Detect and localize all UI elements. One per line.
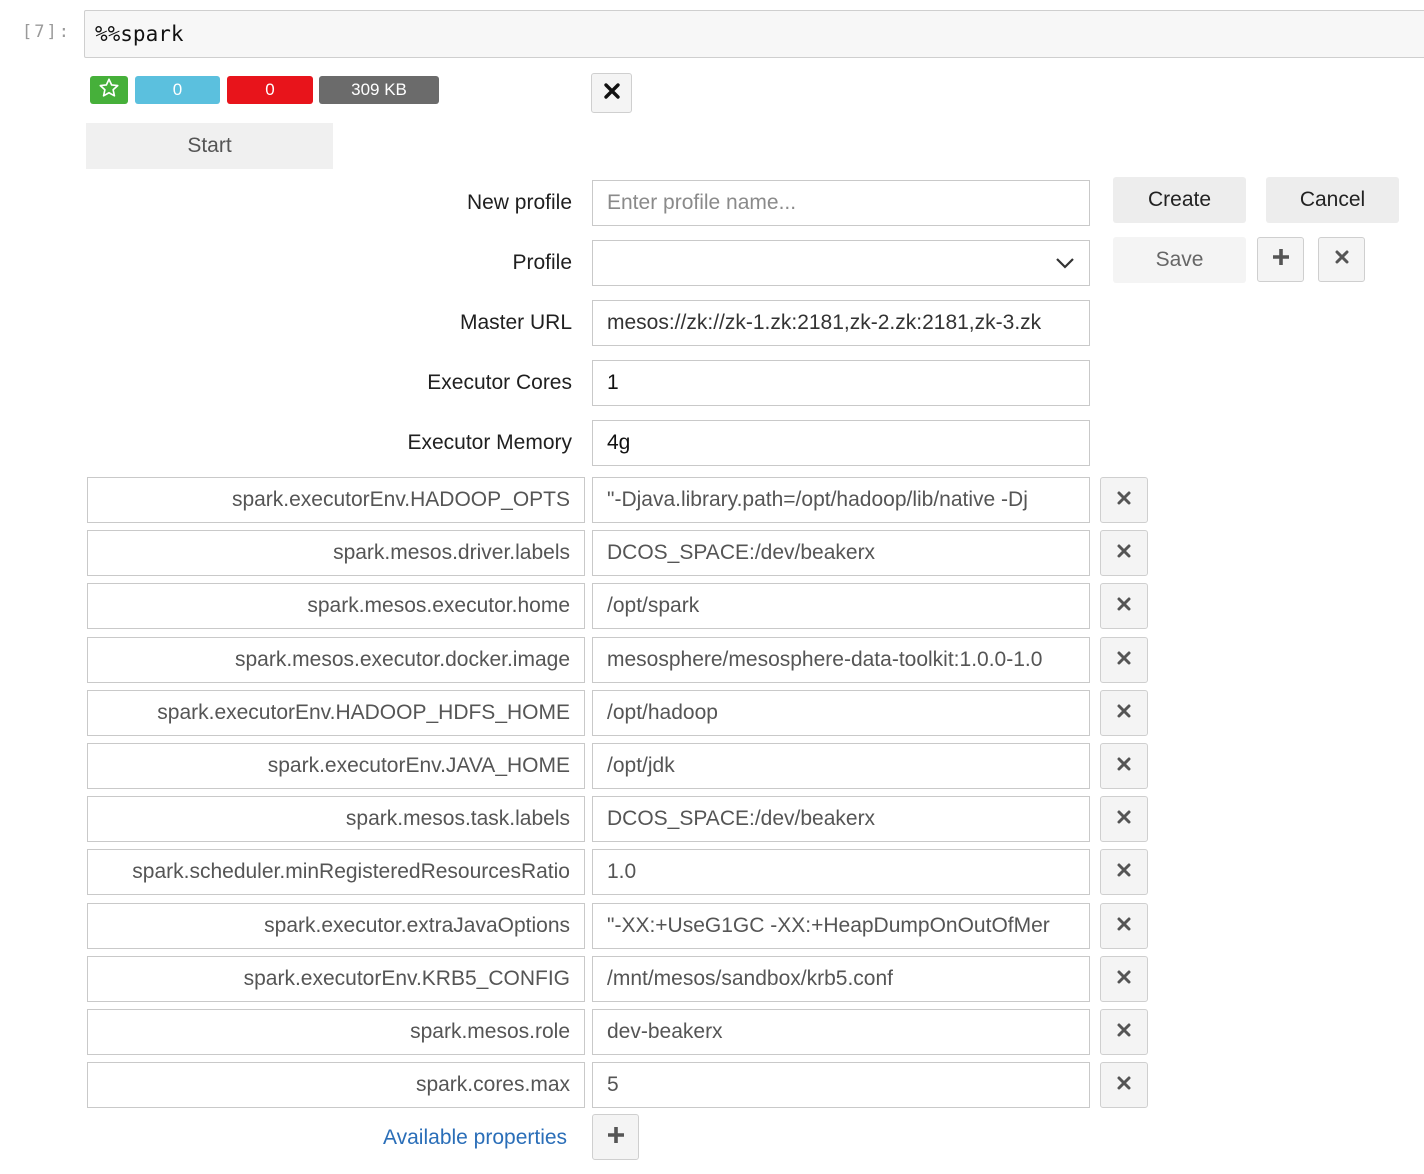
property-key-input[interactable]: spark.scheduler.minRegisteredResourcesRa… [87, 849, 585, 895]
new-profile-input[interactable]: Enter profile name... [592, 180, 1090, 226]
add-property-button[interactable] [592, 1114, 639, 1160]
memory-badge: 309 KB [319, 76, 439, 104]
star-icon [98, 77, 120, 104]
property-value-input[interactable]: DCOS_SPACE:/dev/beakerx [592, 796, 1090, 842]
close-icon [603, 82, 621, 105]
close-icon [1116, 650, 1132, 671]
property-value-input[interactable]: dev-beakerx [592, 1009, 1090, 1055]
remove-property-button[interactable] [1100, 1062, 1148, 1108]
close-icon [1116, 916, 1132, 937]
profile-label: Profile [512, 251, 572, 274]
master-url-label: Master URL [459, 311, 572, 334]
close-icon [1116, 969, 1132, 990]
cell-prompt: [7]: [22, 22, 71, 42]
close-widget-button[interactable] [591, 73, 632, 113]
cell-input[interactable]: %%spark [84, 10, 1424, 58]
property-value-input[interactable]: "-Djava.library.path=/opt/hadoop/lib/nat… [592, 477, 1090, 523]
property-key-input[interactable]: spark.cores.max [87, 1062, 585, 1108]
available-properties-link[interactable]: Available properties [383, 1126, 567, 1150]
property-value-input[interactable]: /mnt/mesos/sandbox/krb5.conf [592, 956, 1090, 1002]
property-key-input[interactable]: spark.mesos.executor.home [87, 583, 585, 629]
failed-tasks-badge: 0 [227, 76, 313, 104]
plus-icon [606, 1125, 626, 1150]
remove-property-button[interactable] [1100, 956, 1148, 1002]
close-icon [1334, 249, 1350, 270]
close-icon [1116, 490, 1132, 511]
property-value-input[interactable]: "-XX:+UseG1GC -XX:+HeapDumpOnOutOfMer [592, 903, 1090, 949]
close-icon [1116, 1022, 1132, 1043]
property-value-input[interactable]: /opt/jdk [592, 743, 1090, 789]
property-key-input[interactable]: spark.executorEnv.JAVA_HOME [87, 743, 585, 789]
property-key-input[interactable]: spark.mesos.driver.labels [87, 530, 585, 576]
add-profile-button[interactable] [1257, 237, 1304, 282]
cell-code: %%spark [95, 22, 184, 46]
close-icon [1116, 862, 1132, 883]
executor-cores-input[interactable]: 1 [592, 360, 1090, 406]
chevron-down-icon [1055, 251, 1075, 275]
property-key-input[interactable]: spark.mesos.executor.docker.image [87, 637, 585, 683]
master-url-input[interactable]: mesos://zk://zk-1.zk:2181,zk-2.zk:2181,z… [592, 300, 1090, 346]
remove-property-button[interactable] [1100, 530, 1148, 576]
property-key-input[interactable]: spark.mesos.role [87, 1009, 585, 1055]
property-key-input[interactable]: spark.mesos.task.labels [87, 796, 585, 842]
close-icon [1116, 756, 1132, 777]
executor-cores-label: Executor Cores [427, 371, 572, 394]
cancel-button[interactable]: Cancel [1266, 177, 1399, 223]
close-icon [1116, 1075, 1132, 1096]
property-value-input[interactable]: 1.0 [592, 849, 1090, 895]
property-value-input[interactable]: /opt/spark [592, 583, 1090, 629]
new-profile-label: New profile [466, 191, 572, 214]
plus-icon [1271, 247, 1291, 272]
property-value-input[interactable]: /opt/hadoop [592, 690, 1090, 736]
remove-property-button[interactable] [1100, 690, 1148, 736]
close-icon [1116, 703, 1132, 724]
create-button[interactable]: Create [1113, 177, 1246, 223]
close-icon [1116, 596, 1132, 617]
property-value-input[interactable]: 5 [592, 1062, 1090, 1108]
property-key-input[interactable]: spark.executor.extraJavaOptions [87, 903, 585, 949]
remove-property-button[interactable] [1100, 743, 1148, 789]
property-key-input[interactable]: spark.executorEnv.HADOOP_HDFS_HOME [87, 690, 585, 736]
remove-property-button[interactable] [1100, 637, 1148, 683]
remove-property-button[interactable] [1100, 849, 1148, 895]
start-button[interactable]: Start [86, 123, 333, 169]
remove-property-button[interactable] [1100, 903, 1148, 949]
property-key-input[interactable]: spark.executorEnv.HADOOP_OPTS [87, 477, 585, 523]
status-star-badge [90, 76, 128, 104]
close-icon [1116, 809, 1132, 830]
remove-property-button[interactable] [1100, 1009, 1148, 1055]
executor-memory-input[interactable]: 4g [592, 420, 1090, 466]
active-tasks-badge: 0 [135, 76, 220, 104]
remove-property-button[interactable] [1100, 796, 1148, 842]
save-button[interactable]: Save [1113, 237, 1246, 283]
executor-memory-label: Executor Memory [407, 431, 572, 454]
property-value-input[interactable]: DCOS_SPACE:/dev/beakerx [592, 530, 1090, 576]
property-key-input[interactable]: spark.executorEnv.KRB5_CONFIG [87, 956, 585, 1002]
property-value-input[interactable]: mesosphere/mesosphere-data-toolkit:1.0.0… [592, 637, 1090, 683]
close-icon [1116, 543, 1132, 564]
delete-profile-button[interactable] [1318, 237, 1365, 282]
remove-property-button[interactable] [1100, 477, 1148, 523]
profile-select[interactable] [592, 240, 1090, 286]
remove-property-button[interactable] [1100, 583, 1148, 629]
